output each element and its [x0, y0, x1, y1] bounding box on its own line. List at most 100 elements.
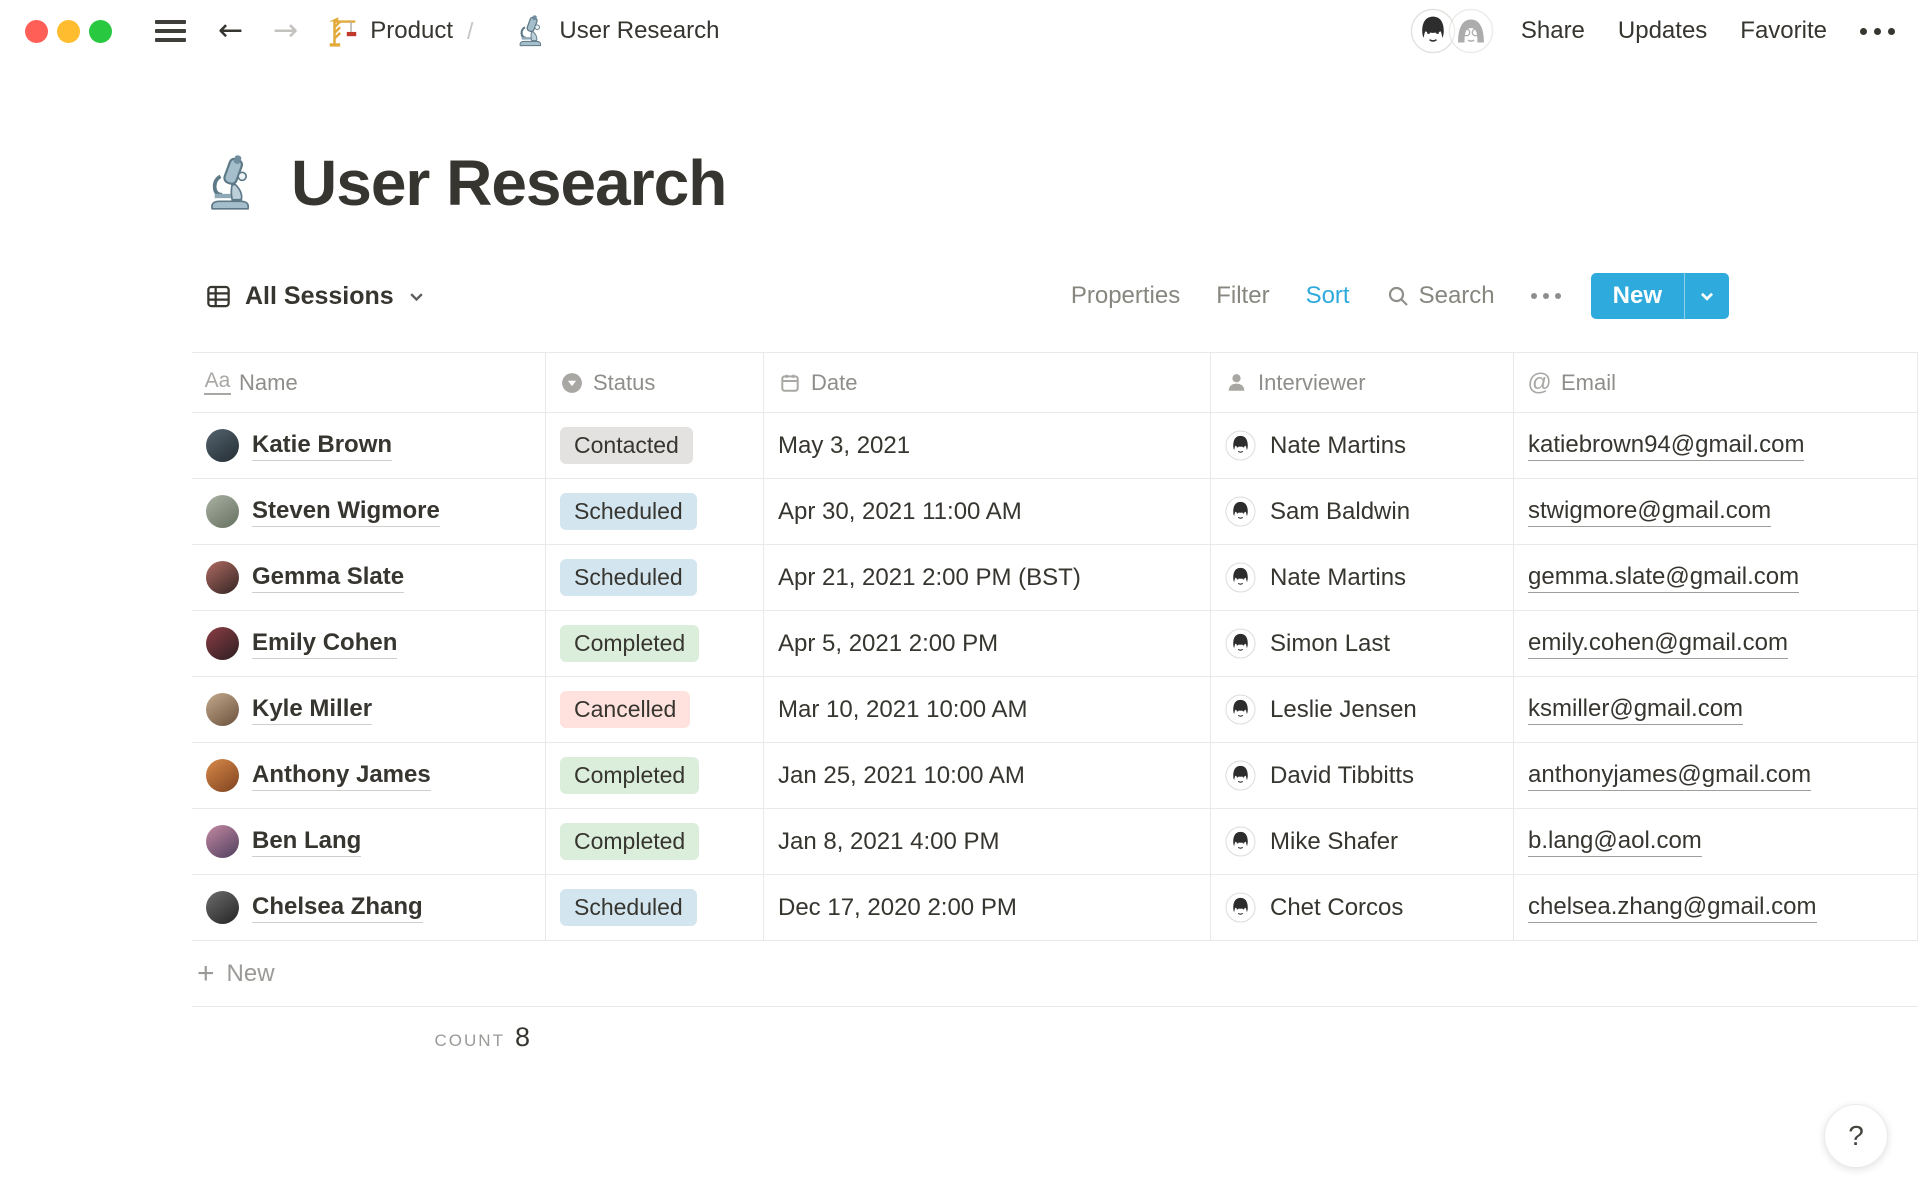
status-badge: Completed	[560, 757, 700, 794]
person-name-link[interactable]: Ben Lang	[252, 827, 362, 857]
date-cell[interactable]: Apr 30, 2021 11:00 AM	[764, 479, 1211, 544]
person-name-link[interactable]: Katie Brown	[252, 431, 393, 461]
new-button-label[interactable]: New	[1591, 273, 1684, 319]
email-cell[interactable]: chelsea.zhang@gmail.com	[1514, 875, 1918, 940]
date-cell[interactable]: Apr 21, 2021 2:00 PM (BST)	[764, 545, 1211, 610]
date-cell[interactable]: May 3, 2021	[764, 413, 1211, 478]
email-link[interactable]: chelsea.zhang@gmail.com	[1528, 893, 1817, 923]
interviewer-avatar	[1225, 826, 1256, 857]
name-cell[interactable]: Chelsea Zhang	[192, 875, 546, 940]
status-badge: Cancelled	[560, 691, 691, 728]
interviewer-cell[interactable]: Mike Shafer	[1211, 809, 1514, 874]
person-name-link[interactable]: Gemma Slate	[252, 563, 405, 593]
interviewer-cell[interactable]: Leslie Jensen	[1211, 677, 1514, 742]
breadcrumb-item-product[interactable]: Product	[370, 17, 453, 45]
person-name-link[interactable]: Emily Cohen	[252, 629, 398, 659]
collaborator-avatars[interactable]	[1409, 8, 1494, 54]
column-header-status[interactable]: Status	[546, 353, 764, 412]
email-cell[interactable]: gemma.slate@gmail.com	[1514, 545, 1918, 610]
column-header-date[interactable]: Date	[764, 353, 1211, 412]
name-cell[interactable]: Steven Wigmore	[192, 479, 546, 544]
status-cell[interactable]: Completed	[546, 743, 764, 808]
name-cell[interactable]: Katie Brown	[192, 413, 546, 478]
updates-button[interactable]: Updates	[1618, 17, 1707, 45]
email-link[interactable]: b.lang@aol.com	[1528, 827, 1702, 857]
column-header-name[interactable]: Aa Name	[192, 353, 546, 412]
breadcrumb-item-user-research[interactable]: User Research	[559, 17, 719, 45]
email-link[interactable]: ksmiller@gmail.com	[1528, 695, 1744, 725]
interviewer-name: David Tibbitts	[1270, 761, 1415, 789]
share-button[interactable]: Share	[1521, 17, 1585, 45]
email-link[interactable]: emily.cohen@gmail.com	[1528, 629, 1789, 659]
close-window-button[interactable]	[25, 19, 48, 43]
new-dropdown-button[interactable]	[1685, 273, 1729, 319]
name-cell[interactable]: Gemma Slate	[192, 545, 546, 610]
interviewer-cell[interactable]: Nate Martins	[1211, 413, 1514, 478]
name-cell[interactable]: Ben Lang	[192, 809, 546, 874]
search-button[interactable]: Search	[1386, 282, 1495, 310]
date-cell[interactable]: Apr 5, 2021 2:00 PM	[764, 611, 1211, 676]
filter-button[interactable]: Filter	[1216, 282, 1269, 310]
status-cell[interactable]: Scheduled	[546, 875, 764, 940]
forward-arrow-icon[interactable]: →	[273, 16, 298, 46]
email-cell[interactable]: emily.cohen@gmail.com	[1514, 611, 1918, 676]
person-name-link[interactable]: Kyle Miller	[252, 695, 373, 725]
add-row-button[interactable]: + New	[192, 941, 1918, 1007]
status-cell[interactable]: Scheduled	[546, 545, 764, 610]
favorite-button[interactable]: Favorite	[1740, 17, 1827, 45]
email-link[interactable]: gemma.slate@gmail.com	[1528, 563, 1800, 593]
collaborator-avatar-2[interactable]	[1447, 8, 1494, 54]
date-cell[interactable]: Jan 8, 2021 4:00 PM	[764, 809, 1211, 874]
at-icon: @	[1527, 368, 1552, 396]
person-name-link[interactable]: Steven Wigmore	[252, 497, 440, 527]
email-link[interactable]: katiebrown94@gmail.com	[1528, 431, 1805, 461]
view-switcher[interactable]: All Sessions	[205, 282, 426, 311]
interviewer-cell[interactable]: Chet Corcos	[1211, 875, 1514, 940]
email-link[interactable]: stwigmore@gmail.com	[1528, 497, 1772, 527]
new-button[interactable]: New	[1590, 273, 1729, 319]
email-cell[interactable]: anthonyjames@gmail.com	[1514, 743, 1918, 808]
back-arrow-icon[interactable]: ←	[218, 16, 243, 46]
microscope-icon	[515, 14, 549, 48]
sort-button[interactable]: Sort	[1306, 282, 1350, 310]
minimize-window-button[interactable]	[57, 19, 80, 43]
search-label: Search	[1418, 282, 1495, 309]
email-link[interactable]: anthonyjames@gmail.com	[1528, 761, 1812, 791]
status-cell[interactable]: Completed	[546, 809, 764, 874]
text-icon: Aa	[203, 370, 232, 395]
sidebar-menu-icon[interactable]	[155, 20, 186, 42]
interviewer-cell[interactable]: David Tibbitts	[1211, 743, 1514, 808]
status-cell[interactable]: Contacted	[546, 413, 764, 478]
email-cell[interactable]: ksmiller@gmail.com	[1514, 677, 1918, 742]
microscope-icon[interactable]	[203, 153, 263, 213]
help-button[interactable]: ?	[1824, 1104, 1888, 1168]
interviewer-avatar	[1225, 562, 1256, 593]
date-cell[interactable]: Dec 17, 2020 2:00 PM	[764, 875, 1211, 940]
name-cell[interactable]: Kyle Miller	[192, 677, 546, 742]
interviewer-cell[interactable]: Simon Last	[1211, 611, 1514, 676]
status-cell[interactable]: Scheduled	[546, 479, 764, 544]
zoom-window-button[interactable]	[89, 19, 112, 43]
email-cell[interactable]: b.lang@aol.com	[1514, 809, 1918, 874]
email-cell[interactable]: katiebrown94@gmail.com	[1514, 413, 1918, 478]
interviewer-cell[interactable]: Nate Martins	[1211, 545, 1514, 610]
date-value: Jan 8, 2021 4:00 PM	[778, 827, 1000, 855]
properties-button[interactable]: Properties	[1071, 282, 1180, 310]
email-cell[interactable]: stwigmore@gmail.com	[1514, 479, 1918, 544]
name-cell[interactable]: Anthony James	[192, 743, 546, 808]
status-badge: Completed	[560, 823, 700, 860]
table-footer[interactable]: COUNT 8	[192, 1022, 530, 1053]
more-options-icon[interactable]	[1860, 27, 1895, 35]
date-cell[interactable]: Mar 10, 2021 10:00 AM	[764, 677, 1211, 742]
person-name-link[interactable]: Anthony James	[252, 761, 431, 791]
status-cell[interactable]: Completed	[546, 611, 764, 676]
column-header-interviewer[interactable]: Interviewer	[1211, 353, 1514, 412]
column-header-email[interactable]: @ Email	[1514, 353, 1918, 412]
name-cell[interactable]: Emily Cohen	[192, 611, 546, 676]
interviewer-cell[interactable]: Sam Baldwin	[1211, 479, 1514, 544]
person-name-link[interactable]: Chelsea Zhang	[252, 893, 423, 923]
date-cell[interactable]: Jan 25, 2021 10:00 AM	[764, 743, 1211, 808]
view-more-options-icon[interactable]	[1530, 293, 1561, 299]
status-cell[interactable]: Cancelled	[546, 677, 764, 742]
plus-icon: +	[197, 956, 215, 990]
